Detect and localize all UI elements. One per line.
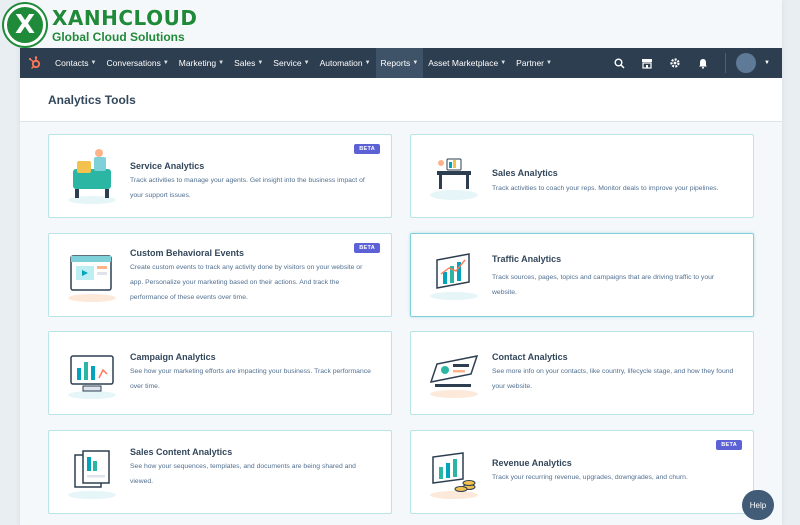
card-title[interactable]: Service Analytics [130,161,204,171]
analytics-tool-card[interactable]: Sales Analytics Track activities to coach… [410,134,754,218]
beta-badge: BETA [354,144,380,154]
nav-item-partner[interactable]: Partner ▼ [511,48,557,78]
settings-gear-icon[interactable] [663,51,687,75]
beta-badge: BETA [716,440,742,450]
nav-item-conversations[interactable]: Conversations ▼ [102,48,174,78]
card-description: See more info on your contacts, like cou… [492,368,734,390]
beta-badge: BETA [354,243,380,253]
revenue-analytics-illustration [423,441,485,503]
card-description: Create custom events to track any activi… [130,264,363,301]
page-header: Analytics Tools [20,78,782,122]
marketplace-icon[interactable] [635,51,659,75]
page-title: Analytics Tools [48,92,136,107]
nav-divider [725,53,726,73]
card-title[interactable]: Contact Analytics [492,352,568,362]
card-title[interactable]: Sales Analytics [492,168,558,178]
nav-item-contacts[interactable]: Contacts ▼ [50,48,102,78]
card-description: Track activities to manage your agents. … [130,177,365,199]
user-avatar[interactable] [736,53,756,73]
card-title[interactable]: Sales Content Analytics [130,447,232,457]
chevron-down-icon: ▼ [257,60,264,66]
nav-item-label: Marketing [178,58,217,68]
chevron-down-icon: ▼ [412,60,419,66]
nav-item-label: Sales [234,58,256,68]
account-chevron-down-icon[interactable]: ▼ [760,51,774,75]
card-title[interactable]: Campaign Analytics [130,352,216,362]
nav-item-reports[interactable]: Reports ▼ [375,48,424,78]
analytics-tool-card[interactable]: Service Analytics Track activities to man… [48,134,392,218]
card-title[interactable]: Traffic Analytics [492,254,561,264]
analytics-tool-card[interactable]: Revenue Analytics Track your recurring re… [410,430,754,514]
service-analytics-illustration [61,145,123,207]
card-title[interactable]: Custom Behavioral Events [130,248,244,258]
nav-item-label: Conversations [106,58,161,68]
chevron-down-icon: ▼ [364,60,371,66]
contact-analytics-illustration [423,342,485,404]
chevron-down-icon: ▼ [90,60,97,66]
brand-tagline: Global Cloud Solutions [52,29,185,44]
nav-item-label: Reports [380,58,411,68]
hubspot-sprocket-icon[interactable] [20,48,50,78]
nav-item-automation[interactable]: Automation ▼ [315,48,376,78]
nav-item-label: Partner [516,58,545,68]
brand-name: XANHCLOUD [52,5,198,30]
analytics-tool-card[interactable]: Sales Content Analytics See how your sequ… [48,430,392,514]
analytics-tool-card[interactable]: Campaign Analytics See how your marketing… [48,331,392,415]
sales-content-illustration [61,441,123,503]
top-nav: Contacts ▼ Conversations ▼ Marketing ▼ Sales ▼ S… [20,48,782,78]
notifications-bell-icon[interactable] [691,51,715,75]
chevron-down-icon: ▼ [546,60,552,66]
custom-events-illustration [61,244,123,306]
nav-item-sales[interactable]: Sales ▼ [229,48,268,78]
card-title[interactable]: Revenue Analytics [492,458,572,468]
analytics-tool-card[interactable]: Custom Behavioral Events Create custom ev… [48,233,392,317]
nav-item-label: Asset Marketplace [428,58,499,68]
card-description: See how your marketing efforts are impac… [130,368,371,390]
nav-item-service[interactable]: Service ▼ [268,48,314,78]
traffic-analytics-illustration [423,244,485,306]
nav-item-marketing[interactable]: Marketing ▼ [174,48,229,78]
nav-item-label: Contacts [55,58,89,68]
card-description: Track your recurring revenue, upgrades, … [492,474,688,481]
card-description: Track activities to coach your reps. Mon… [492,185,719,192]
chevron-down-icon: ▼ [162,60,169,66]
sales-analytics-illustration [423,145,485,207]
nav-item-label: Automation [319,58,363,68]
brand-mark: X [4,4,46,46]
brand-logo: X XANHCLOUD Global Cloud Solutions [4,4,197,46]
analytics-tool-card[interactable]: Traffic Analytics Track sources, pages, t… [410,233,754,317]
chevron-down-icon: ▼ [303,60,310,66]
nav-item-label: Service [273,58,302,68]
card-description: See how your sequences, templates, and d… [130,463,356,485]
chevron-down-icon: ▼ [218,60,225,66]
search-icon[interactable] [607,51,631,75]
chevron-down-icon: ▼ [500,60,507,66]
nav-item-asset-marketplace[interactable]: Asset Marketplace ▼ [423,48,511,78]
analytics-tool-card[interactable]: Contact Analytics See more info on your c… [410,331,754,415]
campaign-analytics-illustration [61,342,123,404]
help-button[interactable]: Help [742,490,774,520]
card-description: Track sources, pages, topics and campaig… [492,274,715,296]
